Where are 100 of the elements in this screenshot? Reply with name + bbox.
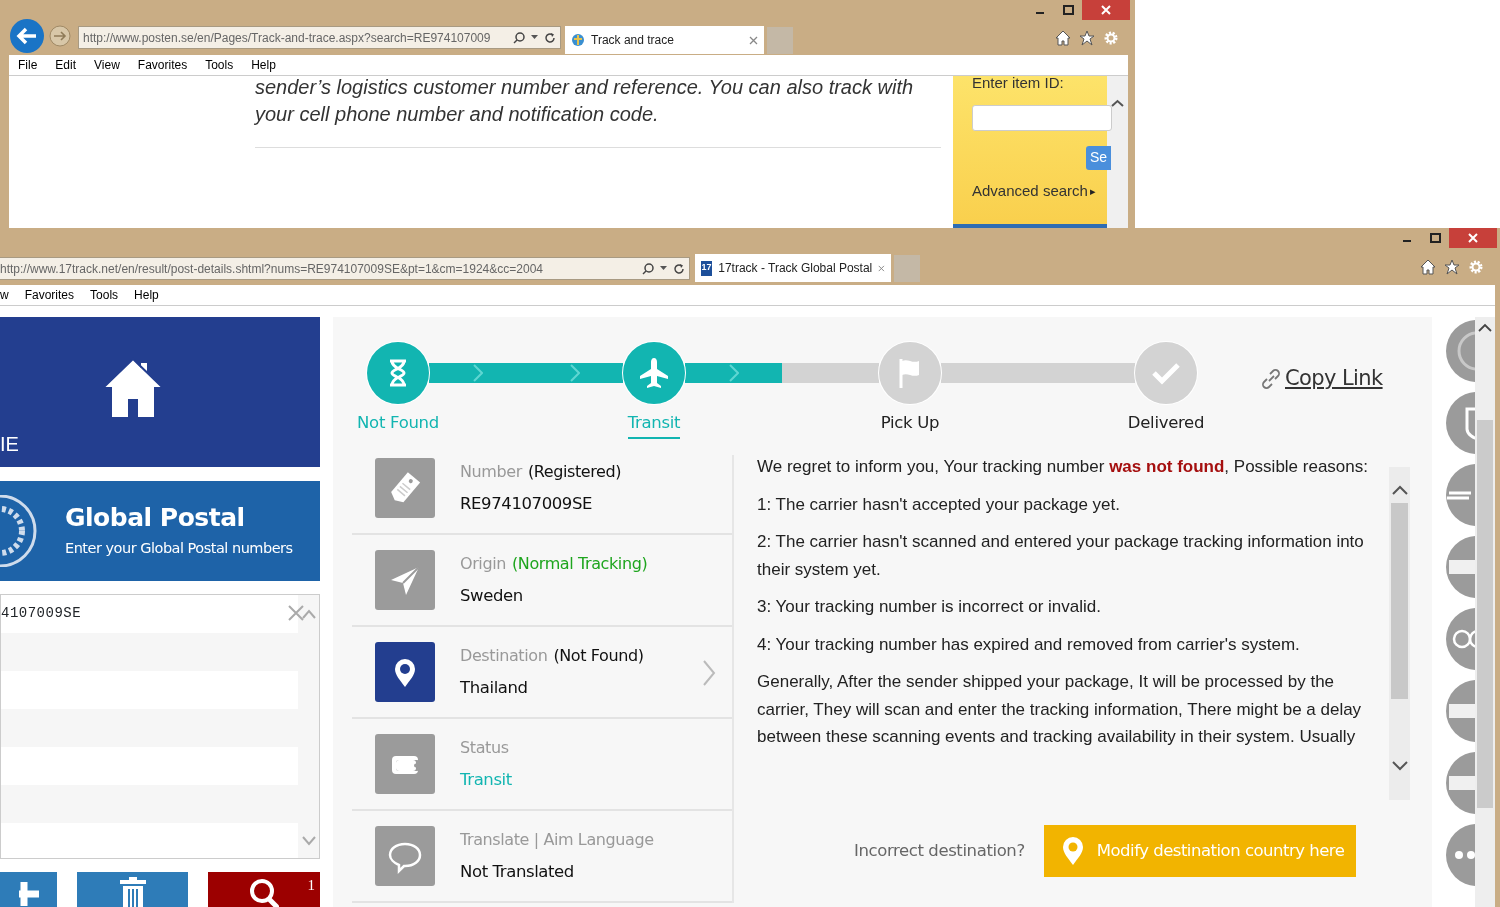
browser-tab[interactable]: 17 17track - Track Global Postal [695, 254, 891, 282]
menu-item[interactable]: Edit [55, 56, 77, 74]
carrier-logo-icon[interactable] [1445, 391, 1475, 455]
dropdown-icon[interactable] [660, 266, 667, 271]
scrollbar[interactable] [1475, 317, 1495, 907]
dropdown-icon[interactable] [531, 35, 538, 40]
step-tab[interactable]: Delivered [1127, 411, 1205, 439]
field-value: Sweden [460, 584, 524, 607]
settings-icon[interactable] [1468, 259, 1484, 275]
emblem-icon [0, 495, 38, 567]
settings-icon[interactable] [1103, 30, 1119, 46]
forward-icon[interactable] [49, 25, 71, 47]
tab-icon: 17 [701, 260, 713, 276]
message-text: We regret to inform you, Your tracking number was not found, Possible reasons: [757, 456, 1369, 478]
address-bar[interactable]: http://www.17track.net/en/result/post-details.shtml?nums=RE974107009SE&pt=1&cm=1924&cc=2004 [0, 257, 690, 280]
search-icon [249, 877, 279, 907]
carrier-logo-icon[interactable] [1445, 823, 1475, 887]
field-note: (Normal Tracking) [511, 552, 648, 575]
scroll-down-icon[interactable] [1391, 761, 1408, 771]
tile-subtitle: Enter your Global Postal numbers [65, 538, 293, 558]
field-value: RE974107009SE [460, 492, 594, 515]
menu-item[interactable]: View [94, 56, 120, 74]
pin-icon [1060, 836, 1085, 866]
refresh-icon[interactable] [544, 31, 556, 44]
prompt-text: Incorrect destination? [854, 839, 1025, 862]
menu-item[interactable]: Tools [205, 56, 234, 74]
carrier-logo-icon[interactable] [1445, 463, 1475, 527]
chevron-icon [728, 364, 739, 382]
close-icon[interactable] [878, 263, 885, 273]
search-button[interactable]: 1 [208, 872, 320, 907]
back-icon[interactable] [9, 18, 45, 54]
arrow-icon: ▸ [1089, 182, 1096, 199]
menu-item[interactable]: Help [251, 56, 276, 74]
star-icon[interactable] [1444, 259, 1460, 275]
chevron-right-icon[interactable] [702, 660, 716, 686]
copy-link[interactable]: Copy Link [1259, 364, 1383, 394]
field-value: Thailand [460, 676, 529, 699]
message-text: 2: The carrier hasn't scanned and entered your package tracking information into their system yet. [757, 531, 1365, 581]
chevron-icon [472, 364, 483, 382]
search-icon[interactable] [642, 262, 654, 275]
link-icon [1259, 367, 1283, 391]
home-icon [102, 357, 164, 419]
field-value: Transit [460, 768, 512, 791]
menu-item[interactable]: Favorites [137, 56, 188, 74]
field-label: Status [460, 736, 509, 759]
maximize-icon[interactable] [1062, 5, 1074, 15]
scroll-thumb[interactable] [1477, 420, 1493, 808]
trash-icon [117, 877, 148, 907]
clear-icon[interactable] [288, 605, 304, 621]
home-icon[interactable] [1055, 30, 1071, 46]
menu-item[interactable]: Help [134, 286, 159, 304]
field-label: Number [460, 460, 522, 483]
field-label: Origin [460, 552, 506, 575]
number-input-field[interactable]: 4107009SE [0, 594, 320, 859]
star-icon[interactable] [1079, 30, 1095, 46]
tile-title: Global Postal [65, 502, 246, 533]
menu-item[interactable]: w [0, 286, 9, 304]
browser-tab[interactable]: Track and trace [565, 26, 764, 54]
scroll-thumb[interactable] [1391, 503, 1408, 699]
field-note: (Not Found) [553, 644, 644, 667]
field-label: Enter item ID: [972, 76, 1065, 93]
field-label: Destination [460, 644, 548, 667]
menu-item[interactable]: Tools [90, 286, 119, 304]
search-icon[interactable] [513, 31, 525, 44]
tab-title: Track and trace [591, 32, 675, 49]
item-id-field[interactable] [972, 104, 1112, 131]
menu-item[interactable]: File [18, 56, 38, 74]
maximize-icon[interactable] [1429, 233, 1441, 243]
url-text: http://www.posten.se/en/Pages/Track-and-trace.aspx?search=RE974107009 [83, 29, 492, 47]
address-bar[interactable]: http://www.posten.se/en/Pages/Track-and-trace.aspx?search=RE974107009 [78, 26, 561, 49]
message-text: 3: Your tracking number is incorrect or invalid. [757, 596, 1102, 618]
globe-icon [571, 33, 585, 47]
plus-icon [18, 879, 39, 907]
field-note: (Registered) [527, 460, 622, 483]
url-text: http://www.17track.net/en/result/post-details.shtml?nums=RE974107009SE&pt=1&cm=1924&cc=2004 [0, 260, 544, 278]
field-label: Translate | Aim Language [460, 828, 654, 851]
tile-label: IE [0, 432, 19, 456]
message-text: Generally, After the sender shipped your package, It will be processed by the carrier, They will scan and enter the tracking information, There might be a delay between these scanning events and tracking availability in their system. Usually [757, 671, 1363, 748]
scrollbar[interactable] [1389, 467, 1410, 800]
message-text: 4: Your tracking number has expired and removed from carrier's system. [757, 633, 1301, 656]
postal-tile[interactable]: Global Postal Enter your Global Postal numbers [0, 481, 320, 581]
scroll-up-icon[interactable] [1478, 323, 1492, 332]
intro-text: sender’s logistics customer number and reference. You can also track with [255, 76, 915, 100]
home-tile[interactable]: IE [0, 317, 320, 467]
scroll-up-icon[interactable] [1391, 485, 1408, 495]
add-button[interactable] [0, 872, 57, 907]
intro-text: your cell phone number and notification code. [255, 102, 660, 127]
refresh-icon[interactable] [673, 262, 685, 275]
delete-button[interactable] [77, 872, 188, 907]
message-text: 1: The carrier hasn't accepted your package yet. [757, 493, 1121, 516]
step-tab[interactable]: Pick Up [880, 411, 940, 439]
field-value: Not Translated [460, 860, 575, 883]
close-icon[interactable] [749, 35, 758, 45]
count-label: 1 [307, 876, 315, 895]
advanced-search-link[interactable]: Advanced search [972, 179, 1088, 202]
chevron-icon [569, 364, 580, 382]
scrollbar[interactable] [1107, 76, 1128, 229]
home-icon[interactable] [1420, 259, 1436, 275]
menu-item[interactable]: Favorites [24, 286, 75, 304]
tab-title: 17track - Track Global Postal [718, 260, 873, 277]
